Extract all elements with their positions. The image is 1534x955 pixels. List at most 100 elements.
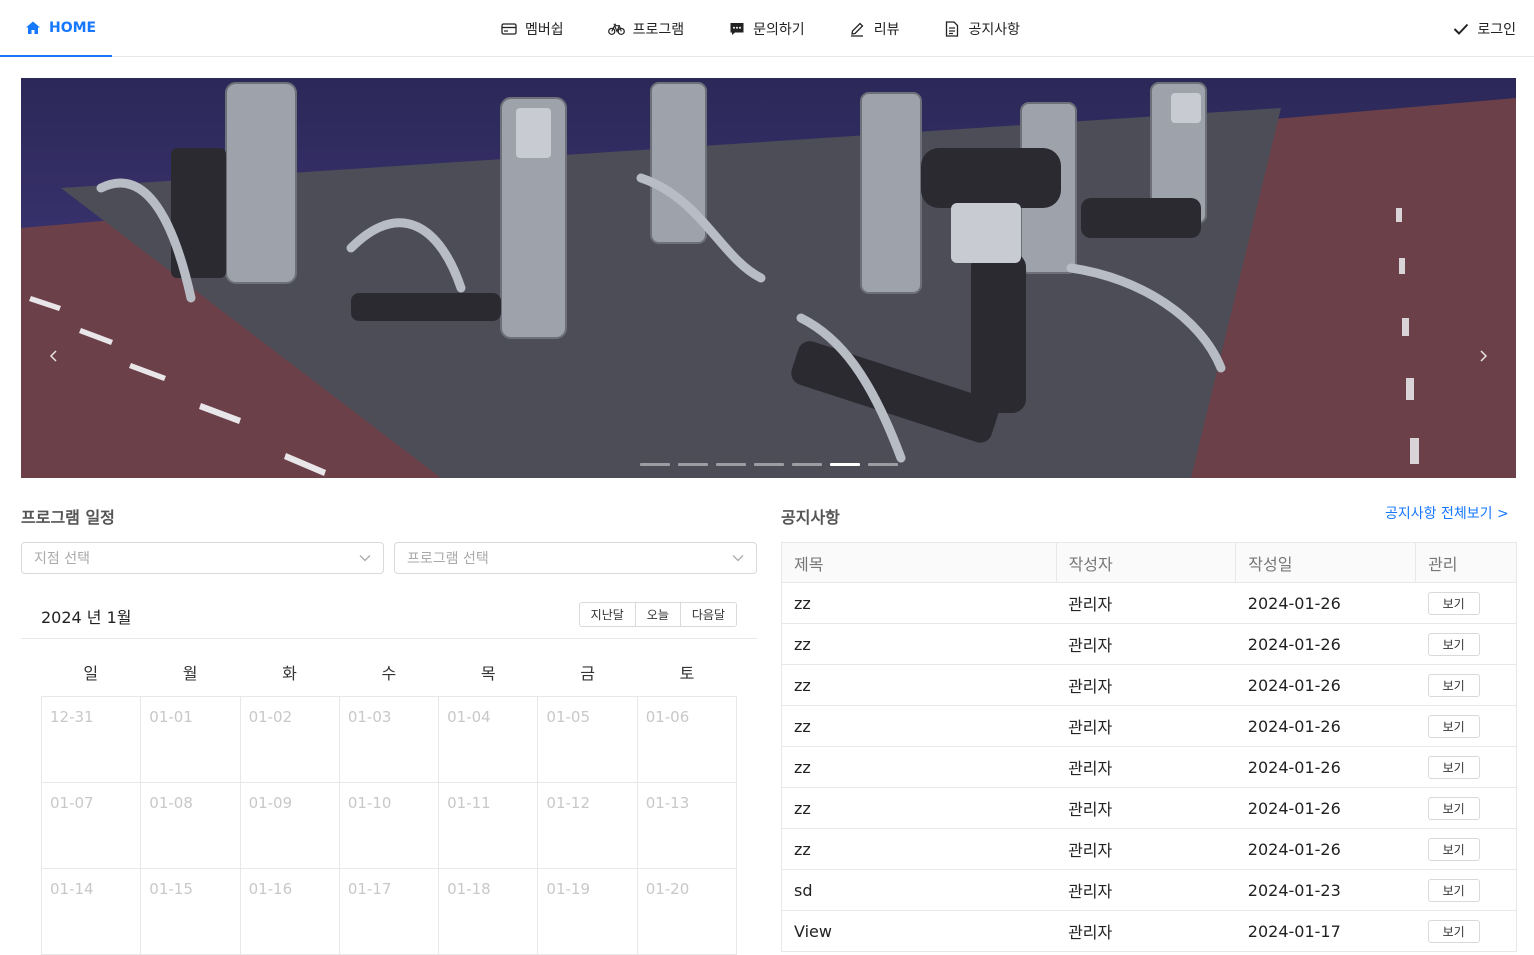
calendar-day-cell[interactable]: 01-12	[538, 783, 638, 869]
nav-item-program[interactable]: 프로그램	[607, 19, 685, 39]
nav-home[interactable]: HOME	[0, 0, 112, 57]
calendar-day-cell[interactable]: 01-03	[339, 697, 440, 783]
branch-select[interactable]: 지점 선택	[21, 542, 384, 574]
notice-manage-cell: 보기	[1415, 910, 1517, 952]
carousel-prev-button[interactable]	[41, 343, 67, 369]
calendar-day-cell[interactable]: 01-13	[637, 783, 737, 869]
calendar-month-label: 2024 년 1월	[41, 608, 132, 627]
login-button[interactable]: 로그인	[1452, 0, 1516, 57]
view-button[interactable]: 보기	[1427, 878, 1480, 902]
calendar-day-cell[interactable]: 01-10	[339, 783, 440, 869]
notice-title-cell: zz	[781, 787, 1057, 829]
carousel-dot[interactable]	[754, 463, 784, 466]
notice-date-cell: 2024-01-17	[1235, 910, 1416, 952]
view-button[interactable]: 보기	[1427, 673, 1480, 697]
carousel-dot[interactable]	[716, 463, 746, 466]
calendar-day-cell[interactable]: 01-05	[538, 697, 638, 783]
nav-item-notice[interactable]: 공지사항	[943, 19, 1020, 39]
bicycle-icon	[607, 20, 625, 37]
notice-date-cell: 2024-01-26	[1235, 746, 1416, 788]
notice-author-cell: 관리자	[1056, 869, 1236, 911]
calendar-weekdays: 일월화수목금토	[41, 660, 737, 684]
notice-title-cell: zz	[781, 746, 1057, 788]
table-row[interactable]: zz 관리자 2024-01-26 보기	[781, 746, 1517, 788]
carousel-dot[interactable]	[678, 463, 708, 466]
carousel-dot[interactable]	[640, 463, 670, 466]
notice-table: 제목 작성자 작성일 관리 zz 관리자 2024-01-26 보기 zz 관리자 2024…	[781, 542, 1517, 952]
calendar-day-cell[interactable]: 01-20	[637, 869, 737, 955]
view-button[interactable]: 보기	[1427, 591, 1480, 615]
calendar-day-cell[interactable]: 01-09	[240, 783, 340, 869]
notice-title-cell: zz	[781, 623, 1057, 665]
calendar-day-cell[interactable]: 01-11	[439, 783, 539, 869]
nav-item-label: 리뷰	[873, 21, 900, 38]
card-icon	[500, 20, 517, 37]
calendar-day-cell[interactable]: 01-01	[141, 697, 241, 783]
calendar-day-cell[interactable]: 01-17	[339, 869, 440, 955]
calendar-day-cell[interactable]: 01-07	[42, 783, 142, 869]
nav-item-membership[interactable]: 멤버쉽	[500, 19, 564, 39]
notice-manage-cell: 보기	[1415, 623, 1517, 665]
calendar-day-cell[interactable]: 12-31	[42, 697, 142, 783]
notice-author-cell: 관리자	[1056, 705, 1236, 747]
calendar-day-cell[interactable]: 01-06	[637, 697, 737, 783]
table-row[interactable]: zz 관리자 2024-01-26 보기	[781, 705, 1517, 747]
calendar-day-cell[interactable]: 01-02	[240, 697, 340, 783]
prev-month-button[interactable]: 지난달	[579, 603, 636, 626]
nav-item-label: 프로그램	[632, 21, 685, 38]
notice-author-cell: 관리자	[1056, 582, 1236, 624]
calendar-week-row: 12-31 01-01 01-02 01-03 01-04 01-05 01-06	[42, 697, 737, 783]
column-header-author: 작성자	[1056, 542, 1237, 583]
document-icon	[943, 20, 960, 37]
carousel-dot[interactable]	[830, 463, 860, 466]
table-row[interactable]: zz 관리자 2024-01-26 보기	[781, 623, 1517, 665]
table-row[interactable]: zz 관리자 2024-01-26 보기	[781, 828, 1517, 870]
notice-date-cell: 2024-01-26	[1235, 705, 1416, 747]
hero-carousel	[21, 78, 1516, 478]
pencil-icon	[849, 20, 866, 37]
notice-manage-cell: 보기	[1415, 828, 1517, 870]
notice-author-cell: 관리자	[1056, 746, 1236, 788]
next-month-button[interactable]: 다음달	[680, 603, 736, 626]
notice-author-cell: 관리자	[1056, 623, 1236, 665]
calendar-day-cell[interactable]: 01-04	[439, 697, 539, 783]
calendar-day-cell[interactable]: 01-14	[42, 869, 142, 955]
today-button[interactable]: 오늘	[635, 603, 681, 626]
nav-item-label: 공지사항	[968, 21, 1020, 38]
table-row[interactable]: zz 관리자 2024-01-26 보기	[781, 582, 1517, 624]
schedule-title: 프로그램 일정	[21, 508, 115, 527]
column-header-manage: 관리	[1415, 542, 1517, 583]
calendar-day-cell[interactable]: 01-18	[439, 869, 539, 955]
notice-view-all-link[interactable]: 공지사항 전체보기 >	[1385, 503, 1509, 523]
weekday-label: 토	[679, 664, 695, 683]
notice-manage-cell: 보기	[1415, 664, 1517, 706]
notice-title-cell: View	[781, 910, 1057, 952]
calendar-header: 2024 년 1월 지난달 오늘 다음달	[21, 594, 757, 639]
carousel-next-button[interactable]	[1470, 343, 1496, 369]
calendar-day-cell[interactable]: 01-16	[240, 869, 340, 955]
carousel-dot[interactable]	[792, 463, 822, 466]
view-button[interactable]: 보기	[1427, 714, 1480, 738]
view-button[interactable]: 보기	[1427, 632, 1480, 656]
program-select[interactable]: 프로그램 선택	[394, 542, 757, 574]
calendar-day-cell[interactable]: 01-08	[141, 783, 241, 869]
nav-item-review[interactable]: 리뷰	[849, 19, 900, 39]
weekday-label: 일	[83, 664, 99, 683]
table-row[interactable]: zz 관리자 2024-01-26 보기	[781, 664, 1517, 706]
table-row[interactable]: View 관리자 2024-01-17 보기	[781, 910, 1517, 952]
view-button[interactable]: 보기	[1427, 919, 1480, 943]
chevron-down-icon	[359, 555, 371, 562]
calendar-day-cell[interactable]: 01-19	[538, 869, 638, 955]
calendar-day-cell[interactable]: 01-15	[141, 869, 241, 955]
table-row[interactable]: sd 관리자 2024-01-23 보기	[781, 869, 1517, 911]
gym-photo	[21, 78, 1516, 478]
nav-menu: 멤버쉽 프로그램 문의하기 리뷰 공지사항	[500, 0, 1064, 57]
nav-item-inquiry[interactable]: 문의하기	[728, 19, 805, 39]
carousel-dot[interactable]	[868, 463, 898, 466]
view-button[interactable]: 보기	[1427, 796, 1480, 820]
view-button[interactable]: 보기	[1427, 837, 1480, 861]
notice-manage-cell: 보기	[1415, 582, 1517, 624]
view-button[interactable]: 보기	[1427, 755, 1480, 779]
weekday-label: 금	[580, 664, 596, 683]
table-row[interactable]: zz 관리자 2024-01-26 보기	[781, 787, 1517, 829]
